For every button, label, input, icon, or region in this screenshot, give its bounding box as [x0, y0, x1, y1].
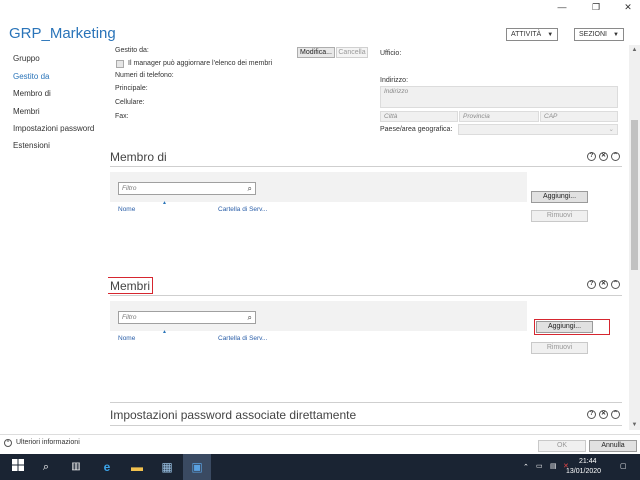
managed-by-label: Gestito da:: [115, 47, 149, 54]
filter-placeholder: Filtro: [122, 185, 137, 192]
collapse-icon[interactable]: ⌃: [611, 280, 620, 289]
more-info-toggle[interactable]: ⌃ Ulteriori informazioni: [4, 439, 80, 447]
office-label: Ufficio:: [380, 50, 402, 57]
chevron-down-icon: ⌄: [608, 126, 614, 133]
password-settings-title: Impostazioni password associate direttam…: [110, 408, 357, 422]
province-field[interactable]: Provincia: [459, 111, 539, 122]
section-divider: [110, 166, 622, 167]
members-col-folder[interactable]: Cartella di Serv...: [218, 335, 267, 342]
search-icon[interactable]: ⌕: [248, 183, 252, 194]
sidebar-item-managed-by[interactable]: Gestito da: [13, 72, 49, 81]
collapse-icon[interactable]: ⌃: [611, 152, 620, 161]
restore-button[interactable]: ❐: [584, 0, 608, 14]
help-icon[interactable]: ?: [587, 410, 596, 419]
member-of-title: Membro di: [110, 150, 167, 164]
page-title: GRP_Marketing: [9, 25, 116, 42]
ad-admin-center-icon[interactable]: ▣: [183, 454, 211, 480]
help-icon[interactable]: ?: [587, 280, 596, 289]
manager-update-checkbox[interactable]: [116, 60, 124, 68]
ok-button[interactable]: OK: [538, 440, 586, 452]
collapse-icon[interactable]: ⌃: [611, 410, 620, 419]
footer-bar: ⌃ Ulteriori informazioni OK Annulla: [0, 434, 640, 454]
close-icon[interactable]: ✕: [599, 152, 608, 161]
sort-asc-icon: ▲: [162, 200, 167, 206]
zip-field[interactable]: CAP: [540, 111, 618, 122]
close-window-button[interactable]: ✕: [616, 0, 640, 14]
clock-date[interactable]: 13/01/2020: [566, 468, 601, 475]
section-divider: [110, 425, 622, 426]
task-view-icon[interactable]: ▥: [62, 454, 90, 480]
members-remove-button[interactable]: Rimuovi: [531, 342, 588, 354]
main-content: Gestito da: Modifica... Cancella Il mana…: [108, 45, 628, 430]
member-of-grid: [110, 202, 527, 267]
address-field[interactable]: Indirizzo: [380, 86, 618, 108]
members-grid: [110, 331, 527, 396]
collapse-icon: ⌃: [4, 439, 12, 447]
add-button-highlight: [534, 319, 610, 335]
close-icon[interactable]: ✕: [599, 280, 608, 289]
manager-update-label: Il manager può aggiornare l'elenco dei m…: [128, 60, 273, 67]
address-label: Indirizzo:: [380, 77, 409, 84]
tray-chevron-icon[interactable]: ⌃: [523, 463, 529, 471]
members-filter-input[interactable]: Filtro ⌕: [118, 311, 256, 324]
section-divider: [110, 402, 622, 403]
close-icon[interactable]: ✕: [599, 410, 608, 419]
notifications-icon[interactable]: ▢: [620, 462, 627, 470]
minimize-button[interactable]: —: [550, 0, 574, 14]
sidebar-item-password-settings[interactable]: Impostazioni password: [13, 124, 94, 133]
member-of-remove-button[interactable]: Rimuovi: [531, 210, 588, 222]
edge-browser-icon[interactable]: e: [93, 454, 121, 480]
sort-asc-icon: ▲: [162, 329, 167, 335]
mobile-label: Cellulare:: [115, 99, 145, 106]
city-field[interactable]: Città: [380, 111, 458, 122]
phones-label: Numeri di telefono:: [115, 72, 174, 79]
help-icon[interactable]: ?: [587, 152, 596, 161]
activities-label: ATTIVITÀ: [511, 31, 542, 38]
member-of-filter-input[interactable]: Filtro ⌕: [118, 182, 256, 195]
caret-down-icon: ▼: [613, 32, 619, 38]
network-icon[interactable]: ▭: [536, 462, 543, 470]
sidebar-item-member-of[interactable]: Membro di: [13, 89, 51, 98]
filter-placeholder: Filtro: [122, 314, 137, 321]
vertical-scrollbar[interactable]: ▲ ▼: [629, 45, 640, 430]
sidebar-item-group[interactable]: Gruppo: [13, 54, 40, 63]
clock-time[interactable]: 21:44: [579, 458, 597, 465]
members-title-highlight: [108, 277, 153, 294]
search-icon[interactable]: ⌕: [32, 454, 60, 480]
activities-dropdown[interactable]: ATTIVITÀ ▼: [506, 28, 559, 41]
search-icon[interactable]: ⌕: [248, 312, 252, 323]
country-label: Paese/area geografica:: [380, 126, 453, 133]
server-manager-icon[interactable]: ▦: [153, 454, 181, 480]
windows-start-icon[interactable]: [4, 454, 32, 480]
scroll-up-icon[interactable]: ▲: [629, 45, 640, 55]
taskbar: ⌕ ▥ e ▬ ▦ ▣ ⌃ ▭ ▤ ✕ 21:44 13/01/2020 ▢: [0, 454, 640, 480]
sections-dropdown[interactable]: SEZIONI ▼: [574, 28, 624, 41]
scroll-thumb[interactable]: [631, 120, 638, 270]
members-col-name[interactable]: Nome: [118, 335, 135, 342]
sidebar-item-members[interactable]: Membri: [13, 107, 40, 116]
file-explorer-icon[interactable]: ▬: [123, 454, 151, 480]
scroll-down-icon[interactable]: ▼: [629, 420, 640, 430]
section-divider: [110, 295, 622, 296]
fax-label: Fax:: [115, 113, 129, 120]
main-phone-label: Principale:: [115, 85, 148, 92]
member-of-col-folder[interactable]: Cartella di Serv...: [218, 206, 267, 213]
clear-button[interactable]: Cancella: [336, 47, 368, 58]
country-select[interactable]: ⌄: [458, 124, 618, 135]
member-of-col-name[interactable]: Nome: [118, 206, 135, 213]
sections-label: SEZIONI: [579, 31, 608, 38]
sidebar-item-extensions[interactable]: Estensioni: [13, 141, 50, 150]
member-of-add-button[interactable]: Aggiungi...: [531, 191, 588, 203]
action-center-icon[interactable]: ▤: [550, 462, 557, 470]
more-info-label: Ulteriori informazioni: [15, 439, 80, 446]
modify-button[interactable]: Modifica...: [297, 47, 335, 58]
caret-down-icon: ▼: [547, 32, 554, 38]
cancel-button[interactable]: Annulla: [589, 440, 637, 452]
